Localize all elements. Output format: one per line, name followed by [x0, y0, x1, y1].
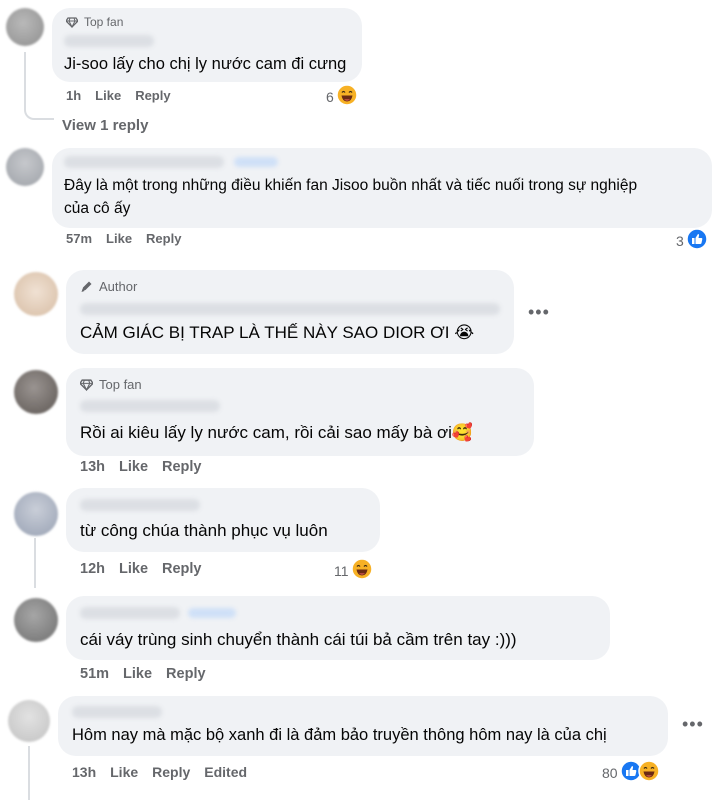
like-button[interactable]: Like — [123, 666, 152, 682]
author-name[interactable] — [80, 499, 200, 511]
author-name[interactable] — [64, 156, 224, 168]
like-button[interactable]: Like — [110, 764, 138, 780]
comment-6: cái váy trùng sinh chuyển thành cái túi … — [0, 592, 718, 692]
like-button[interactable]: Like — [119, 459, 148, 475]
reply-thread-line — [28, 746, 30, 800]
avatar[interactable] — [6, 8, 44, 46]
author-name[interactable] — [64, 35, 154, 47]
reply-button[interactable]: Reply — [162, 459, 202, 475]
haha-reaction-icon — [637, 760, 660, 785]
more-options-button[interactable]: ••• — [682, 714, 704, 735]
avatar[interactable] — [8, 700, 50, 742]
author-name[interactable] — [80, 303, 500, 315]
like-reaction-icon — [686, 228, 708, 253]
comment-actions: 12h Like Reply — [80, 561, 202, 577]
author-name[interactable] — [80, 400, 220, 412]
author-link[interactable] — [188, 608, 236, 618]
author-badge: Author — [80, 279, 137, 294]
reply-button[interactable]: Reply — [162, 561, 202, 577]
comment-2: Đây là một trong những điều khiến fan Ji… — [0, 140, 718, 260]
comment-3: Author CẢM GIÁC BỊ TRAP LÀ THẾ NÀY SAO D… — [0, 262, 718, 362]
reply-button[interactable]: Reply — [152, 764, 190, 780]
reaction-summary[interactable]: 6 — [326, 84, 358, 109]
diamond-icon — [66, 16, 78, 28]
comment-text: Rồi ai kiêu lấy ly nước cam, rồi cải sao… — [80, 423, 474, 442]
avatar[interactable] — [6, 148, 44, 186]
comment-text-line-2: của cô ấy — [64, 200, 131, 217]
timestamp[interactable]: 57m — [66, 231, 92, 246]
reply-button[interactable]: Reply — [135, 88, 170, 103]
comment-1: Top fan Ji-soo lấy cho chị ly nước cam đ… — [0, 0, 718, 140]
pencil-icon — [80, 280, 93, 293]
author-link[interactable] — [234, 157, 278, 167]
comment-actions: 57m Like Reply — [66, 231, 181, 246]
like-button[interactable]: Like — [119, 561, 148, 577]
like-button[interactable]: Like — [95, 88, 121, 103]
haha-reaction-icon — [350, 558, 373, 583]
reaction-count: 11 — [334, 562, 349, 579]
timestamp[interactable]: 12h — [80, 561, 105, 577]
view-replies-link[interactable]: View 1 reply — [62, 117, 148, 134]
like-button[interactable]: Like — [106, 231, 132, 246]
reaction-count: 80 — [602, 764, 618, 781]
diamond-icon — [80, 378, 93, 391]
avatar[interactable] — [14, 492, 58, 536]
comment-actions: 1h Like Reply — [66, 88, 171, 103]
timestamp[interactable]: 13h — [80, 459, 105, 475]
timestamp[interactable]: 13h — [72, 764, 96, 780]
more-options-button[interactable]: ••• — [528, 302, 550, 323]
top-fan-badge: Top fan — [66, 15, 123, 29]
author-name[interactable] — [80, 607, 180, 619]
avatar[interactable] — [14, 272, 58, 316]
reply-thread-line — [34, 538, 36, 588]
comment-actions: 13h Like Reply Edited — [72, 764, 247, 780]
haha-reaction-icon — [336, 84, 358, 109]
comment-actions: 51m Like Reply — [80, 666, 206, 682]
comment-text: từ công chúa thành phục vụ luôn — [80, 521, 328, 540]
comment-5: từ công chúa thành phục vụ luôn 12h Like… — [0, 486, 718, 590]
reply-thread-line — [24, 52, 54, 120]
author-name[interactable] — [72, 706, 162, 718]
reply-button[interactable]: Reply — [166, 666, 206, 682]
comment-4: Top fan Rồi ai kiêu lấy ly nước cam, rồi… — [0, 364, 718, 484]
comment-text: cái váy trùng sinh chuyển thành cái túi … — [80, 630, 517, 649]
timestamp[interactable]: 51m — [80, 666, 109, 682]
reaction-summary[interactable]: 11 — [334, 558, 373, 583]
reaction-summary[interactable]: 80 — [602, 760, 660, 785]
comment-actions: 13h Like Reply — [80, 459, 202, 475]
reaction-count: 3 — [676, 232, 684, 249]
reply-button[interactable]: Reply — [146, 231, 181, 246]
timestamp[interactable]: 1h — [66, 88, 81, 103]
comment-text: Ji-soo lấy cho chị ly nước cam đi cưng — [64, 55, 347, 73]
comment-text-line-1: Đây là một trong những điều khiến fan Ji… — [64, 177, 638, 194]
avatar[interactable] — [14, 598, 58, 642]
comment-text: Hôm nay mà mặc bộ xanh đi là đảm bảo tru… — [72, 726, 607, 744]
reaction-summary[interactable]: 3 — [676, 228, 708, 253]
comment-text: CẢM GIÁC BỊ TRAP LÀ THẾ NÀY SAO DIOR ƠI … — [80, 323, 475, 342]
comment-7: Hôm nay mà mặc bộ xanh đi là đảm bảo tru… — [0, 694, 718, 800]
avatar[interactable] — [14, 370, 58, 414]
reaction-count: 6 — [326, 88, 334, 105]
edited-label: Edited — [204, 764, 248, 780]
top-fan-badge: Top fan — [80, 377, 142, 392]
